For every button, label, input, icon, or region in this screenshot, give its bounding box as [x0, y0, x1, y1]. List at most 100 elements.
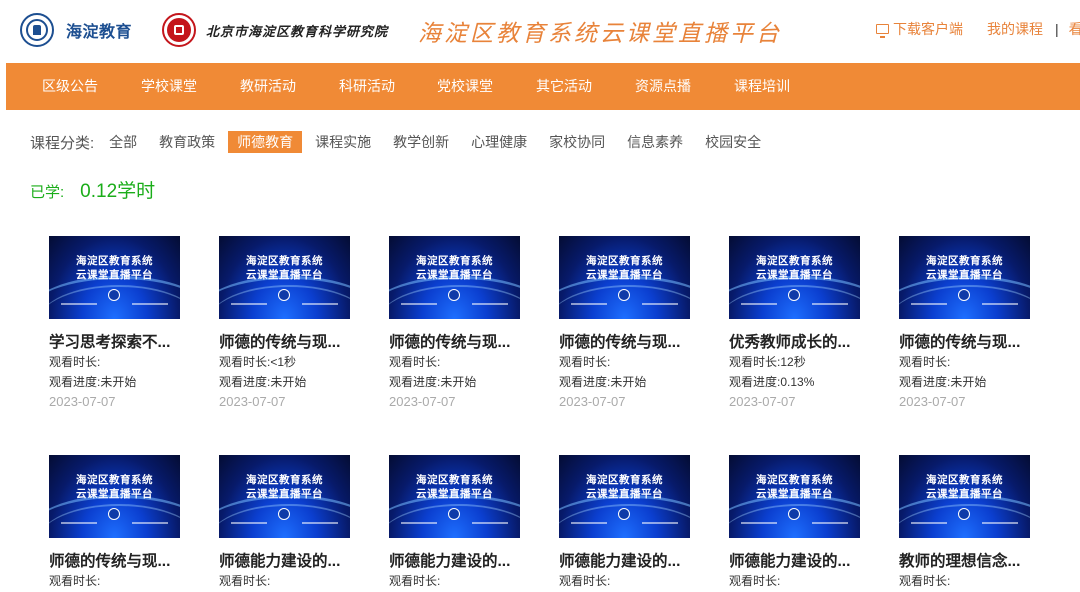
duration-label: 观看时长: — [899, 355, 951, 369]
emblem-icon — [788, 289, 800, 301]
progress-label: 观看进度: — [219, 375, 271, 389]
watch-duration: 观看时长: — [899, 571, 1049, 591]
studied-value: 0.12学时 — [80, 181, 156, 202]
course-date: 2023-07-07 — [389, 394, 456, 409]
course-date: 2023-07-07 — [899, 394, 966, 409]
thumbnail-line2: 云课堂直播平台 — [926, 488, 1003, 500]
course-card[interactable]: 海淀区教育系统 云课堂直播平台师德能力建设的... 观看时长: — [219, 455, 369, 591]
progress-value: 未开始 — [270, 375, 307, 389]
course-thumbnail[interactable]: 海淀区教育系统 云课堂直播平台 — [219, 236, 350, 319]
course-title[interactable]: 师德能力建设的... — [219, 549, 369, 571]
thumbnail-line1: 海淀区教育系统 — [76, 255, 153, 267]
duration-label: 观看时长: — [389, 574, 441, 588]
filter-label: 课程分类: — [30, 134, 95, 152]
chip-info-literacy[interactable]: 信息素养 — [618, 131, 692, 153]
institute-seal-icon — [162, 13, 196, 47]
chip-education-policy[interactable]: 教育政策 — [150, 131, 224, 153]
progress-value: 0.13% — [780, 375, 815, 389]
watch-duration: 观看时长: — [389, 571, 539, 591]
thumbnail-line1: 海淀区教育系统 — [926, 255, 1003, 267]
course-thumbnail[interactable]: 海淀区教育系统 云课堂直播平台 — [559, 455, 690, 538]
course-title[interactable]: 教师的理想信念... — [899, 549, 1049, 571]
course-title[interactable]: 师德能力建设的... — [559, 549, 709, 571]
logo1-text: 海淀教育 — [66, 24, 133, 41]
thumbnail-line1: 海淀区教育系统 — [246, 474, 323, 486]
emblem-icon — [108, 289, 120, 301]
chip-home-school[interactable]: 家校协同 — [540, 131, 614, 153]
studied-label: 已学: — [30, 184, 65, 201]
course-card[interactable]: 海淀区教育系统 云课堂直播平台 学习思考探索不... 观看时长: 观看进度:未开始 202… — [49, 236, 199, 412]
nav-teaching-research[interactable]: 教研活动 — [240, 63, 296, 110]
course-thumbnail[interactable]: 海淀区教育系统 云课堂直播平台 — [559, 236, 690, 319]
thumbnail-line2: 云课堂直播平台 — [756, 488, 833, 500]
course-title[interactable]: 师德的传统与现... — [899, 330, 1049, 352]
emblem-icon — [958, 508, 970, 520]
course-title[interactable]: 学习思考探索不... — [49, 330, 199, 352]
course-thumbnail[interactable]: 海淀区教育系统 云课堂直播平台 — [49, 455, 180, 538]
course-thumbnail[interactable]: 海淀区教育系统 云课堂直播平台 — [729, 236, 860, 319]
course-thumbnail[interactable]: 海淀区教育系统 云课堂直播平台 — [729, 455, 860, 538]
chip-campus-safety[interactable]: 校园安全 — [696, 131, 770, 153]
watch-duration: 观看时长: — [219, 571, 369, 591]
course-title[interactable]: 优秀教师成长的... — [729, 330, 879, 352]
course-thumbnail[interactable]: 海淀区教育系统 云课堂直播平台 — [49, 236, 180, 319]
course-card[interactable]: 海淀区教育系统 云课堂直播平台师德能力建设的... 观看时长: — [389, 455, 539, 591]
course-card[interactable]: 海淀区教育系统 云课堂直播平台教师的理想信念... 观看时长: — [899, 455, 1049, 591]
research-institute-logo[interactable]: 北京市海淀区教育科学研究院 — [162, 13, 388, 47]
course-date: 2023-07-07 — [49, 394, 116, 409]
watch-duration: 观看时长: — [389, 352, 539, 372]
nav-resource-vod[interactable]: 资源点播 — [635, 63, 691, 110]
thumbnail-line2: 云课堂直播平台 — [586, 488, 663, 500]
course-card[interactable]: 海淀区教育系统 云课堂直播平台 师德的传统与现... 观看时长: — [49, 455, 199, 591]
watch-progress: 观看进度:未开始 — [219, 372, 369, 392]
nav-course-training[interactable]: 课程培训 — [734, 63, 790, 110]
watch-duration: 观看时长: — [899, 352, 1049, 372]
watch-progress: 观看进度:未开始 — [899, 372, 1049, 392]
course-thumbnail[interactable]: 海淀区教育系统 云课堂直播平台 — [899, 455, 1030, 538]
nav-scientific-research[interactable]: 科研活动 — [339, 63, 395, 110]
chip-teacher-ethics[interactable]: 师德教育 — [228, 131, 303, 153]
chip-teaching-innovation[interactable]: 教学创新 — [384, 131, 458, 153]
course-card[interactable]: 海淀区教育系统 云课堂直播平台 师德能力建设的... 观看时长: — [729, 455, 879, 591]
category-filter: 课程分类: 全部 教育政策 师德教育 课程实施 教学创新 心理健康 家校协同 信… — [30, 131, 774, 153]
my-courses-link[interactable]: 我的课程 — [987, 19, 1043, 39]
course-thumbnail[interactable]: 海淀区教育系统 云课堂直播平台 — [389, 455, 520, 538]
course-card[interactable]: 海淀区教育系统 云课堂直播平台 师德的传统与现... 观看时长:<1秒 观看进度:未开始… — [219, 236, 369, 412]
thumbnail-line1: 海淀区教育系统 — [246, 255, 323, 267]
nav-district-notice[interactable]: 区级公告 — [42, 63, 98, 110]
nav-school-class[interactable]: 学校课堂 — [141, 63, 197, 110]
download-client-link[interactable]: 下载客户端 — [893, 19, 963, 39]
course-title[interactable]: 师德能力建设的... — [389, 549, 539, 571]
course-thumbnail[interactable]: 海淀区教育系统 云课堂直播平台 — [219, 455, 350, 538]
course-card[interactable]: 海淀区教育系统 云课堂直播平台 师德能力建设的... 观看时长: — [559, 455, 709, 591]
emblem-icon — [448, 289, 460, 301]
duration-label: 观看时长: — [219, 355, 271, 369]
chip-curriculum[interactable]: 课程实施 — [306, 131, 380, 153]
emblem-icon — [618, 289, 630, 301]
course-thumbnail[interactable]: 海淀区教育系统 云课堂直播平台 — [389, 236, 520, 319]
duration-label: 观看时长: — [389, 355, 441, 369]
course-card[interactable]: 海淀区教育系统 云课堂直播平台师德的传统与现... 观看时长: 观看进度:未开始 202… — [899, 236, 1049, 412]
course-title[interactable]: 师德能力建设的... — [729, 549, 879, 571]
course-date: 2023-07-07 — [729, 394, 796, 409]
progress-value: 未开始 — [950, 375, 987, 389]
course-card[interactable]: 海淀区教育系统 云课堂直播平台 师德的传统与现... 观看时长: 观看进度:未开始 202… — [389, 236, 539, 412]
course-title[interactable]: 师德的传统与现... — [559, 330, 709, 352]
chip-mental-health[interactable]: 心理健康 — [462, 131, 536, 153]
course-title[interactable]: 师德的传统与现... — [49, 549, 199, 571]
progress-value: 未开始 — [610, 375, 647, 389]
progress-label: 观看进度: — [729, 375, 781, 389]
course-title[interactable]: 师德的传统与现... — [219, 330, 369, 352]
course-thumbnail[interactable]: 海淀区教育系统 云课堂直播平台 — [899, 236, 1030, 319]
course-card[interactable]: 海淀区教育系统 云课堂直播平台优秀教师成长的... 观看时长:12秒观看进度:0.1… — [729, 236, 879, 412]
course-title[interactable]: 师德的传统与现... — [389, 330, 539, 352]
duration-label: 观看时长: — [729, 355, 781, 369]
nav-other-activities[interactable]: 其它活动 — [536, 63, 592, 110]
watch-duration: 观看时长:12秒 — [729, 352, 879, 372]
chip-all[interactable]: 全部 — [100, 131, 146, 153]
nav-party-school[interactable]: 党校课堂 — [437, 63, 493, 110]
cut-off-link[interactable]: 看 — [1069, 19, 1080, 39]
course-card[interactable]: 海淀区教育系统 云课堂直播平台 师德的传统与现... 观看时长: 观看进度:未开始 202… — [559, 236, 709, 412]
studied-hours: 已学: 0.12学时 — [30, 176, 155, 203]
haidian-education-logo[interactable]: 海淀教育 — [20, 13, 132, 47]
